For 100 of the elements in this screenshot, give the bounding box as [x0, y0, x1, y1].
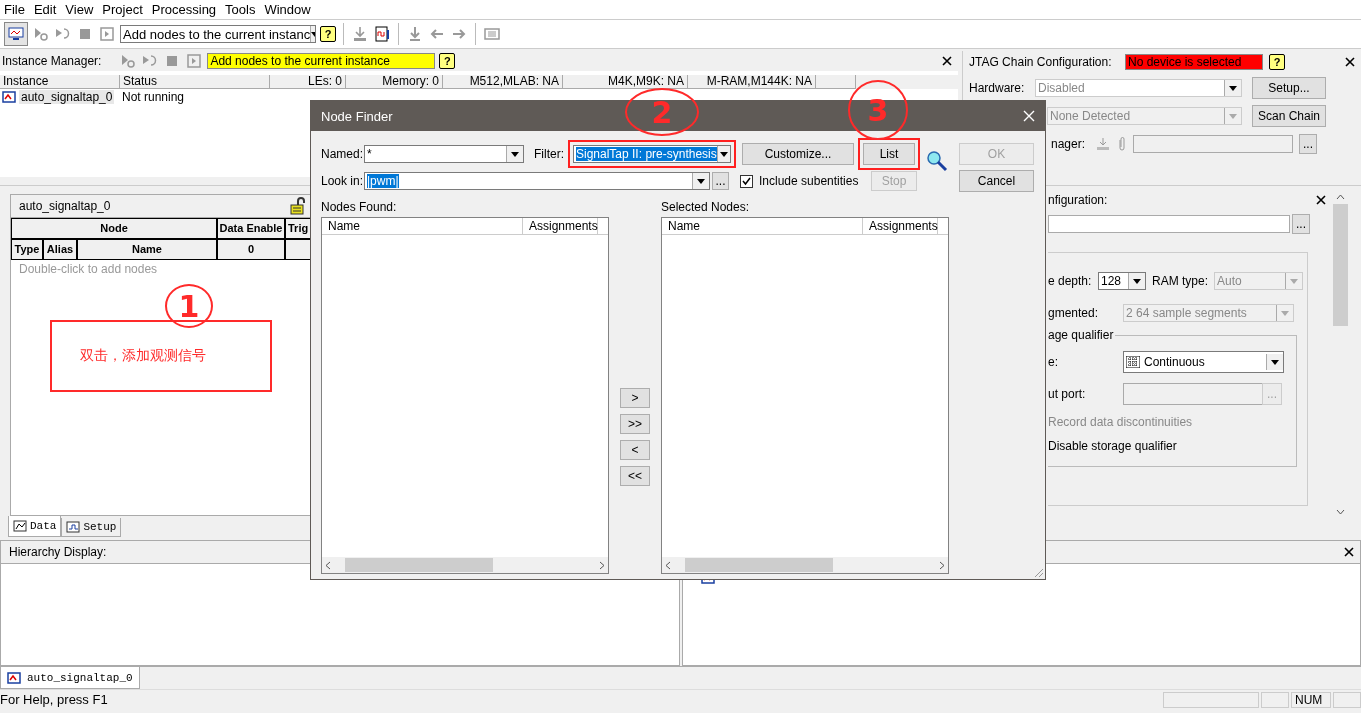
annotation-number: 1 [165, 284, 213, 328]
annotation-number: 3 [848, 80, 908, 140]
list-title: Selected Nodes: [661, 200, 751, 214]
hardware-dropdown[interactable]: Disabled [1035, 79, 1242, 97]
scroll-left-icon[interactable] [325, 560, 331, 570]
column-header: Node [11, 218, 217, 239]
field-label: RAM type: [1152, 274, 1208, 288]
node-list[interactable]: Name Assignments [661, 217, 949, 574]
scrollbar[interactable] [322, 557, 608, 573]
menu-item[interactable]: File [0, 2, 30, 17]
menu-item[interactable]: View [61, 2, 99, 17]
move-button[interactable]: > [620, 388, 650, 408]
setup-button[interactable]: Setup... [1252, 77, 1326, 99]
file-path-field[interactable] [1048, 215, 1290, 233]
field-label: e depth: [1048, 274, 1092, 288]
scrollbar[interactable] [662, 557, 948, 573]
help-icon[interactable]: ? [320, 26, 336, 42]
column-header[interactable]: M4K,M9K: NA [563, 75, 688, 89]
pattern-icon [1126, 356, 1140, 368]
close-icon[interactable] [1316, 195, 1326, 205]
browse-button[interactable]: ... [1292, 214, 1310, 234]
instance-name[interactable]: auto_signaltap_0 [19, 90, 115, 104]
node-list[interactable]: Name Assignments [321, 217, 609, 574]
column-header: Data Enable [217, 218, 285, 239]
document-tab[interactable]: auto_signaltap_0 [0, 667, 140, 689]
column-header[interactable]: Assignments [863, 218, 938, 234]
field-label: Hardware: [969, 81, 1026, 95]
column-header[interactable]: LEs: 0 [270, 75, 346, 89]
scroll-up-icon[interactable] [1336, 194, 1345, 200]
field-label: Look in: [321, 174, 364, 188]
column-header[interactable]: M512,MLAB: NA [443, 75, 563, 89]
empty-hint: Double-click to add nodes [18, 261, 159, 278]
named-dropdown[interactable]: * [364, 145, 524, 163]
paperclip-icon[interactable] [1117, 136, 1127, 152]
list-button[interactable]: List [863, 143, 915, 165]
tab[interactable]: Setup [61, 518, 122, 537]
column-header[interactable] [816, 75, 856, 89]
checkbox[interactable] [740, 174, 753, 188]
checkbox-label[interactable]: Include subentities [759, 174, 871, 188]
memory-icon[interactable] [483, 25, 501, 43]
move-button[interactable]: < [620, 440, 650, 460]
scroll-right-icon[interactable] [939, 560, 945, 570]
sof-file-field[interactable] [1133, 135, 1293, 153]
sample-depth-dropdown[interactable]: 128 [1098, 272, 1146, 290]
column-header[interactable]: Status [120, 75, 270, 89]
menu-item[interactable]: Edit [29, 2, 62, 17]
close-icon[interactable] [1344, 547, 1354, 557]
column-header[interactable]: Instance [0, 75, 120, 89]
waveform-icon[interactable] [373, 25, 391, 43]
field-label: e: [1048, 355, 1059, 369]
run-icon[interactable] [32, 25, 50, 43]
panel-title: Instance Manager: [2, 54, 102, 68]
scroll-down-icon[interactable] [1336, 509, 1345, 515]
read-data-icon[interactable] [98, 25, 116, 43]
menu-item[interactable]: Project [98, 2, 148, 17]
menu-item[interactable]: Processing [147, 2, 222, 17]
menu-item[interactable]: Window [260, 2, 316, 17]
close-icon[interactable] [942, 56, 952, 66]
move-button[interactable]: << [620, 466, 650, 486]
browse-button[interactable]: ... [1299, 134, 1317, 154]
app-icon[interactable] [4, 22, 28, 46]
column-header[interactable]: M-RAM,M144K: NA [688, 75, 816, 89]
close-icon[interactable] [1345, 57, 1355, 67]
help-icon[interactable]: ? [1269, 54, 1285, 70]
column-header[interactable]: Name [662, 218, 863, 234]
menu-item[interactable]: Tools [221, 2, 261, 17]
search-icon [926, 150, 948, 172]
annotation-number: 2 [625, 88, 699, 136]
device-status-field: No device is selected [1125, 54, 1263, 70]
status-field: Add nodes to the current instance [207, 53, 436, 69]
read-data-icon[interactable] [185, 52, 204, 70]
tab[interactable]: Data [8, 516, 62, 537]
move-button[interactable]: >> [620, 414, 650, 434]
scan-chain-button[interactable]: Scan Chain [1252, 105, 1326, 127]
scroll-left-icon[interactable] [665, 560, 671, 570]
checkbox-label[interactable]: Disable storage qualifier [1048, 434, 1296, 458]
instance-action-dropdown[interactable]: Add nodes to the current instanc [120, 25, 316, 43]
panel-title: Hierarchy Display: [9, 545, 107, 559]
table-cell-text: Not running [121, 90, 186, 104]
group-title: age qualifier [1048, 328, 1116, 342]
scroll-right-icon[interactable] [599, 560, 605, 570]
cancel-button[interactable]: Cancel [959, 170, 1034, 192]
column-header[interactable]: Name [322, 218, 523, 234]
filter-dropdown[interactable]: SignalTap II: pre-synthesis [573, 145, 731, 163]
run-icon[interactable] [119, 52, 138, 70]
field-label: nager: [1051, 137, 1087, 151]
column-header: Type [11, 239, 43, 260]
browse-button[interactable]: ... [712, 172, 729, 190]
resize-grip-icon[interactable] [1034, 568, 1044, 578]
column-header[interactable]: Memory: 0 [346, 75, 443, 89]
column-header: Name [77, 239, 217, 260]
look-in-dropdown[interactable]: |pwm| [364, 172, 710, 190]
programmer-icon[interactable] [1095, 136, 1111, 152]
dialog-title: Node Finder [321, 108, 393, 124]
storage-type-dropdown[interactable]: Continuous [1123, 351, 1284, 373]
column-header[interactable]: Assignments [523, 218, 598, 234]
waveform-icon [66, 521, 81, 533]
customize-button[interactable]: Customize... [742, 143, 854, 165]
input-port-field[interactable] [1123, 383, 1264, 405]
help-icon[interactable]: ? [439, 53, 456, 69]
